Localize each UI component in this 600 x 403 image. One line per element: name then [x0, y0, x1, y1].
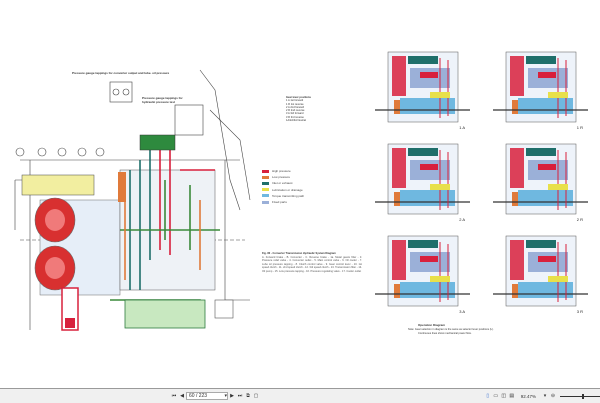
operation-panel: 2 R [488, 140, 593, 226]
panel-label: 2 A [459, 217, 465, 222]
first-page-button[interactable]: ⏮ [171, 392, 177, 400]
operation-title: Operation Diagram [418, 323, 446, 327]
prev-page-button[interactable]: ◀ [179, 392, 185, 400]
legend-label: Low pressure [272, 175, 291, 180]
panel-label: 3 A [459, 309, 465, 314]
legend-swatch [262, 175, 269, 179]
copy-icon[interactable]: ⧉ [245, 392, 251, 400]
gear-lever-positions: Gear lever positions 1 A 1st forward 1 R … [286, 96, 311, 122]
pdf-toolbar: ⏮ ◀ 60 / 223 ▾ ▶ ⏭ ⧉ ▢ ▯ ▭ ◫ ▤ 92.47% ▾ ⊖ [0, 388, 600, 403]
two-page-view-icon[interactable]: ◫ [501, 392, 507, 400]
pdf-page: Pressure gauge tappings for converter ou… [0, 0, 600, 388]
panel-label: 1 R [576, 125, 583, 130]
panel-label: 2 R [576, 217, 583, 222]
operation-panel: 1 R [488, 48, 593, 134]
last-page-button[interactable]: ⏭ [237, 392, 243, 400]
operation-panel: 3 A [370, 232, 475, 318]
caption-body: A. Forward brake - B. Converter - C. Rev… [262, 255, 362, 273]
legend-item: Fixed parts [262, 199, 304, 205]
zoom-dropdown-icon[interactable]: ▾ [542, 392, 548, 400]
figure-caption: Fig. 82 - Converter Transmission Hydraul… [262, 252, 362, 274]
hydraulic-system-diagram [14, 69, 251, 331]
continuous-view-icon[interactable]: ▭ [493, 392, 499, 400]
operation-note-2: Continuous lines show mechanical power f… [418, 332, 472, 335]
legend-swatch [262, 181, 269, 185]
panel-label: 3 R [576, 309, 583, 314]
legend-label: High pressure [272, 169, 291, 174]
panel-diagram [375, 51, 470, 123]
page-number-input[interactable]: 60 / 223 ▾ [186, 392, 228, 400]
panel-diagram [493, 51, 588, 123]
fit-page-icon[interactable]: ▢ [253, 392, 259, 400]
legend-swatch [262, 169, 269, 173]
page-number-text: 60 / 223 [189, 393, 208, 399]
zoom-slider-thumb[interactable] [582, 393, 584, 399]
operation-panel: 3 R [488, 232, 593, 318]
gear-position-item: 1A/2A/3A Neutral [286, 119, 306, 123]
panel-label: 1 A [459, 125, 465, 130]
panel-diagram [493, 235, 588, 307]
operation-panel: 1 A [370, 48, 475, 134]
single-page-view-icon[interactable]: ▯ [485, 392, 491, 400]
zoom-out-icon[interactable]: ⊖ [550, 392, 556, 400]
legend-swatch [262, 200, 269, 204]
book-view-icon[interactable]: ▤ [509, 392, 515, 400]
next-page-button[interactable]: ▶ [229, 392, 235, 400]
panel-diagram [375, 143, 470, 215]
legend: High pressure Low pressure Inlet or exhaus… [262, 168, 304, 205]
panel-diagram [375, 235, 470, 307]
chevron-down-icon: ▾ [224, 393, 227, 399]
legend-swatch [262, 194, 269, 198]
legend-swatch [262, 188, 269, 192]
legend-label: Torque transmitting path [272, 193, 305, 198]
legend-label: Inlet or exhaust [272, 181, 293, 186]
legend-label: Fixed parts [272, 200, 287, 205]
legend-label: Lubrication or drainage [272, 187, 303, 192]
zoom-level[interactable]: 92.47% [521, 394, 536, 399]
operation-panel: 2 A [370, 140, 475, 226]
zoom-slider[interactable] [560, 393, 600, 399]
panel-diagram [493, 143, 588, 215]
